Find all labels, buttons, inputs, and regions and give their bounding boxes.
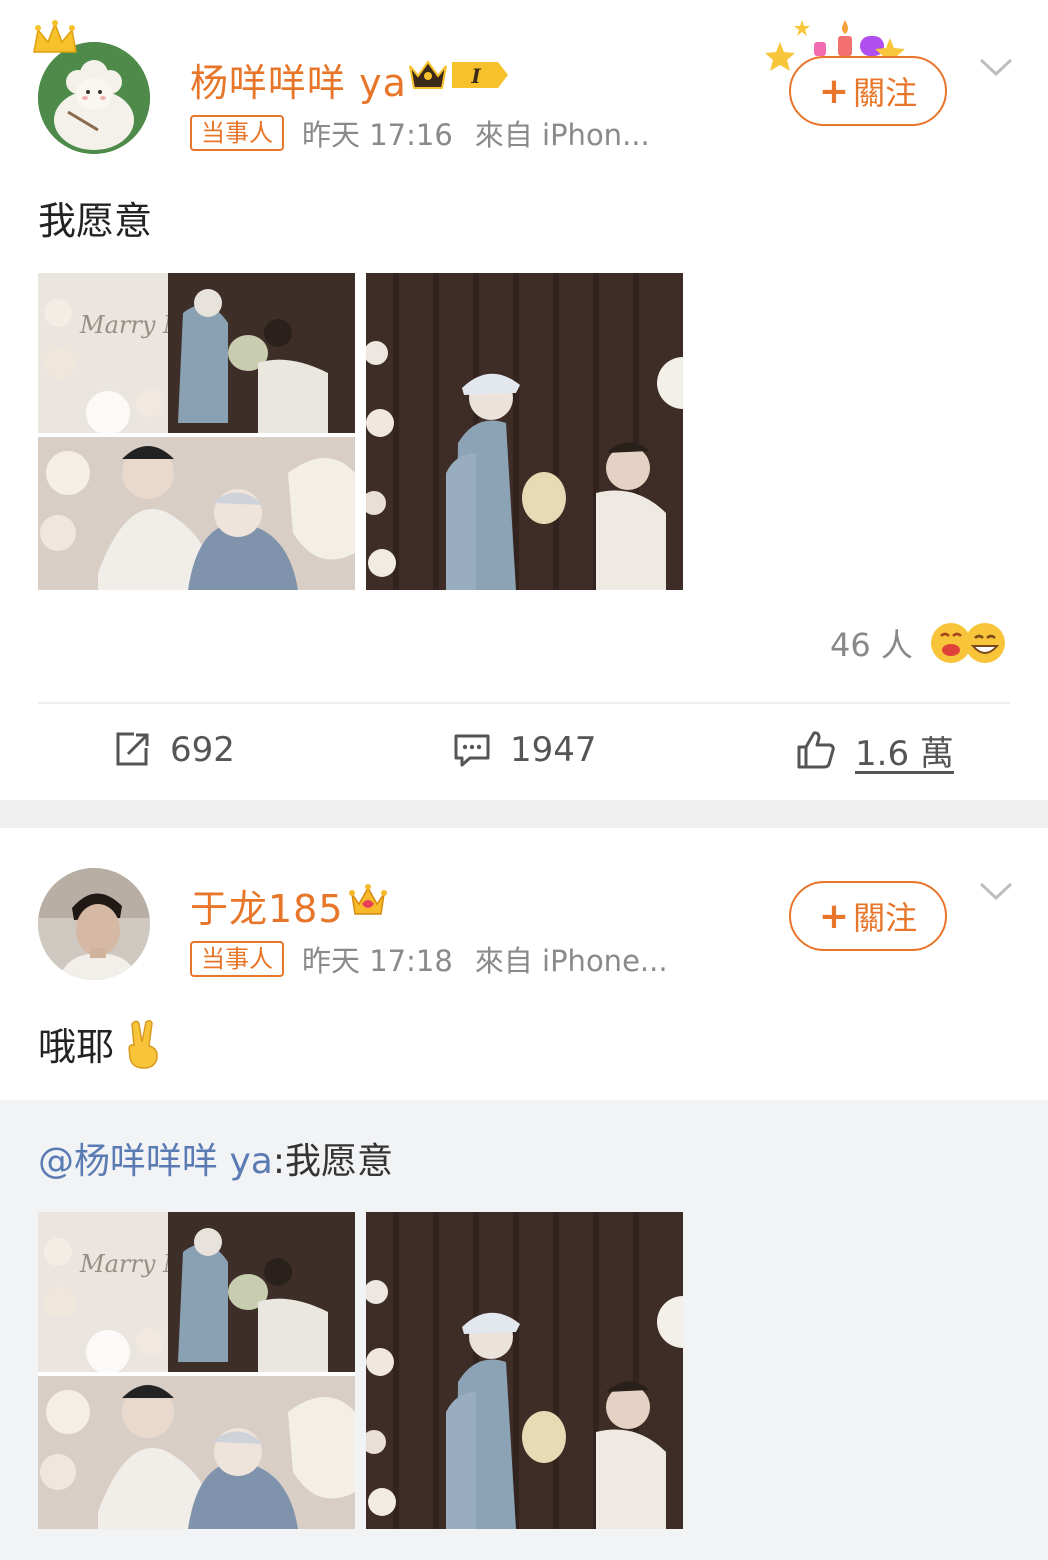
status-badge: 当事人 [190,115,284,151]
comment-count: 1947 [510,730,597,770]
post-photo-1[interactable]: Marry Me [38,273,355,590]
weibo-post-1: 杨咩咩咩 ya I 当事人 昨天 17:16 來自 iPhon... + 關注 我… [0,0,1048,800]
weibo-post-2: 于龙185 当事人 昨天 17:18 來自 iPhone... + 關注 哦耶 @… [0,828,1048,1560]
author-name[interactable]: 于龙185 [190,878,344,933]
like-icon [797,731,835,769]
post-source: 來自 iPhone... [474,944,668,978]
comment-icon [454,734,490,767]
post-text: 哦耶 [38,1016,162,1071]
divider [38,702,1010,704]
quoted-post[interactable]: @杨咩咩咩 ya:我愿意 Marry Me [0,1100,1048,1560]
post-meta: 当事人 昨天 17:18 來自 iPhone... [190,938,668,980]
vip-badge-icon[interactable]: I [406,56,510,98]
author-name[interactable]: 杨咩咩咩 ya [190,52,407,107]
repost-count: 692 [170,730,235,770]
status-badge: 当事人 [190,941,284,977]
quoted-text: @杨咩咩咩 ya:我愿意 [38,1141,393,1182]
repost-button[interactable]: 692 [112,726,235,774]
post-source: 來自 iPhon... [474,118,650,152]
mention-link[interactable]: @杨咩咩咩 ya [38,1141,273,1182]
avatar[interactable] [38,868,150,980]
reactions-count: 46 人 [830,626,913,664]
like-button[interactable]: 1.6 萬 [795,726,954,774]
quoted-photo-1[interactable]: Marry Me [38,1212,355,1529]
follow-button[interactable]: + 關注 [789,881,947,951]
chevron-down-icon[interactable] [978,880,1014,906]
quoted-photo-2[interactable] [366,1212,683,1529]
post-photo-2[interactable] [366,273,683,590]
post-text: 我愿意 [38,199,153,243]
comment-button[interactable]: 1947 [452,726,597,774]
crown-icon [30,18,80,62]
emoji-icon [929,620,1009,666]
like-count: 1.6 萬 [855,733,954,774]
repost-icon [116,732,149,766]
timestamp: 昨天 17:18 [302,944,453,978]
reactions-summary[interactable]: 46 人 [830,620,1009,666]
svg-text:I: I [470,64,481,88]
follow-button[interactable]: + 關注 [789,56,947,126]
chevron-down-icon[interactable] [978,56,1014,82]
victory-hand-icon [124,1018,162,1070]
timestamp: 昨天 17:16 [302,118,453,152]
post-meta: 当事人 昨天 17:16 來自 iPhon... [190,112,650,154]
crown-badge-icon[interactable] [348,880,388,924]
feed-separator [0,800,1048,828]
